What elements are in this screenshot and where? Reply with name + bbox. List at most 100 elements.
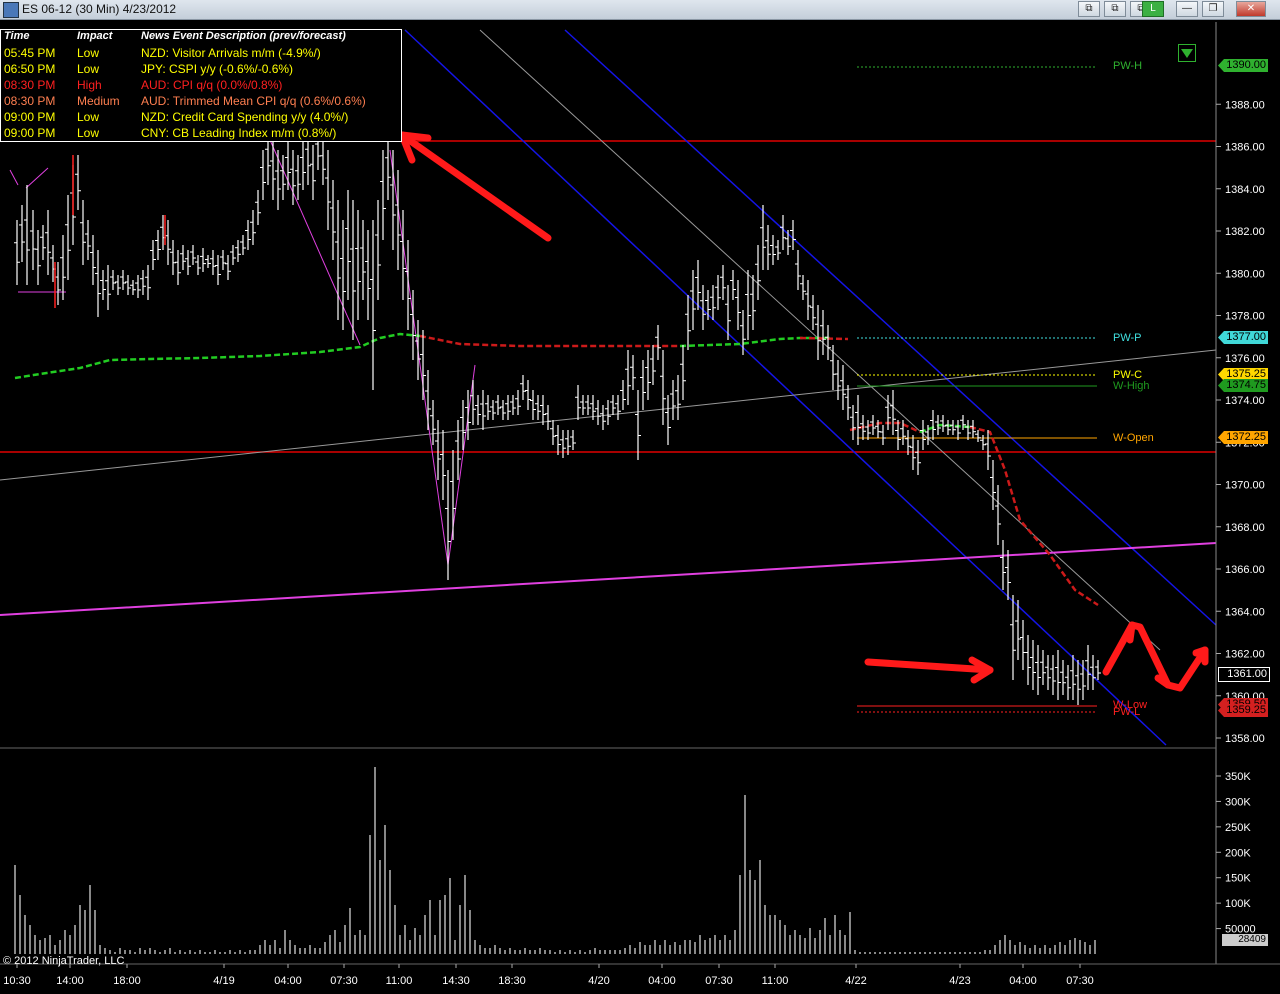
news-time: 09:00 PM [4,126,56,140]
price-bars [14,130,1101,705]
price-tick-label: 1358.00 [1225,733,1265,745]
last-price-tag: 1361.00 [1218,667,1270,682]
price-tick-label: 1388.00 [1225,99,1265,111]
time-tick-label: 18:30 [498,975,526,987]
channel-lower-line [404,29,1167,746]
price-tick-label: 1382.00 [1225,226,1265,238]
volume-tick-label: 100K [1225,898,1251,910]
time-tick-label: 4/19 [213,975,234,987]
time-axis[interactable]: 10:30 14:00 18:00 4/19 04:00 07:30 11:00 14:30 1… [3,964,1094,987]
news-row: 08:30 PM High AUD: CPI q/q (0.0%/0.8%) [1,78,401,94]
news-row: 08:30 PM Medium AUD: Trimmed Mean CPI q/q … [1,94,401,110]
news-description: NZD: Visitor Arrivals m/m (-4.9%/) [141,46,321,60]
copyright-notice: © 2012 NinjaTrader, LLC [3,955,125,967]
level-label-pw-h: PW-H [1113,60,1143,72]
price-tick-label: 1378.00 [1225,311,1265,323]
news-description: AUD: Trimmed Mean CPI q/q (0.6%/0.6%) [141,94,366,108]
volume-tick-label: 200K [1225,847,1251,859]
news-time: 08:30 PM [4,94,56,108]
news-header-time: Time [4,30,30,42]
moving-average-line [419,334,680,348]
news-header-description: News Event Description (prev/forecast) [141,30,346,42]
news-header-row: Time Impact News Event Description (prev… [1,30,401,46]
time-tick-label: 14:30 [442,975,470,987]
level-price-tag-w-open: 1372.25 [1218,431,1268,444]
magenta-swing-line [9,169,19,186]
news-impact: Low [77,126,100,140]
news-row: 09:00 PM Low NZD: Credit Card Spending y/y… [1,110,401,126]
news-impact: High [77,78,102,92]
price-tick-label: 1362.00 [1225,649,1265,661]
level-label-w-open: W-Open [1113,432,1154,444]
mid-trend-line [479,29,1161,651]
price-tick-label: 1380.00 [1225,268,1265,280]
level-price-tag-pw-h: 1390.00 [1218,59,1268,72]
news-impact: Low [77,62,100,76]
time-tick-label: 11:00 [762,975,789,987]
news-pointer-arrow [398,131,552,242]
time-tick-label: 11:00 [386,975,413,987]
chart-scroll-down-icon[interactable] [1178,44,1196,62]
time-tick-label: 4/22 [845,975,866,987]
price-tick-label: 1376.00 [1225,353,1265,365]
news-row: 06:50 PM Low JPY: CSPI y/y (-0.6%/-0.6%) [1,62,401,78]
magenta-trend-line [0,542,1217,616]
news-description: JPY: CSPI y/y (-0.6%/-0.6%) [141,62,294,76]
volume-tick-label: 150K [1225,873,1251,885]
news-header-impact: Impact [77,30,113,42]
magenta-swing-line [447,364,476,566]
volume-tick-label: 250K [1225,822,1251,834]
news-time: 05:45 PM [4,46,56,60]
level-label-w-high: W-High [1113,380,1150,392]
moving-average-line [679,336,830,348]
time-tick-label: 10:30 [3,975,31,987]
price-tick-label: 1364.00 [1225,606,1265,618]
magenta-swing-line [389,149,449,566]
price-tick-label: 1384.00 [1225,184,1265,196]
time-tick-label: 14:00 [56,975,84,987]
news-row: 05:45 PM Low NZD: Visitor Arrivals m/m (-4… [1,46,401,62]
time-tick-label: 04:00 [274,975,302,987]
time-tick-label: 4/23 [949,975,970,987]
time-tick-label: 07:30 [705,975,733,987]
time-tick-label: 04:00 [648,975,676,987]
news-description: AUD: CPI q/q (0.0%/0.8%) [141,78,283,92]
price-tick-label: 1366.00 [1225,564,1265,576]
price-axis[interactable]: 1388.00 1386.00 1384.00 1382.00 1380.00 1378.… [0,22,1280,965]
news-impact: Low [77,110,100,124]
news-description: NZD: Credit Card Spending y/y (4.0%/) [141,110,349,124]
magenta-swing-line [25,167,49,189]
price-tick-label: 1374.00 [1225,395,1265,407]
news-time: 06:50 PM [4,62,56,76]
news-impact: Low [77,46,100,60]
price-tick-label: 1370.00 [1225,480,1265,492]
moving-average-line [14,332,421,380]
annotation-arrows [398,131,1209,692]
time-tick-label: 04:00 [1009,975,1037,987]
price-tick-label: 1386.00 [1225,142,1265,154]
price-chart[interactable]: 1388.00 1386.00 1384.00 1382.00 1380.00 1378.… [0,0,1280,994]
level-price-tag-pw-l: 1359.25 [1218,704,1268,717]
volume-tick-label: 350K [1225,771,1251,783]
news-impact: Medium [77,94,120,108]
last-volume-tag: 28409 [1222,934,1268,946]
time-tick-label: 07:30 [1066,975,1094,987]
level-price-tag-pw-p: 1377.00 [1218,331,1268,344]
level-price-tag-w-high: 1374.75 [1218,379,1268,392]
news-time: 09:00 PM [4,110,56,124]
price-tick-label: 1368.00 [1225,522,1265,534]
time-tick-label: 18:00 [113,975,141,987]
projection-arrow-head [1126,621,1136,644]
volume-tick-label: 300K [1225,796,1251,808]
news-pointer-arrow-head [398,131,432,142]
channel-upper-line [564,29,1217,626]
time-tick-label: 4/20 [588,975,609,987]
volume-bars [14,767,1096,954]
news-row: 09:00 PM Low CNY: CB Leading Index m/m (0.… [1,126,401,142]
news-event-panel: Time Impact News Event Description (prev… [0,29,402,142]
level-label-pw-p: PW-P [1113,332,1142,344]
news-time: 08:30 PM [4,78,56,92]
level-label-pw-l: PW-L [1113,706,1141,718]
news-description: CNY: CB Leading Index m/m (0.8%/) [141,126,337,140]
time-tick-label: 07:30 [330,975,358,987]
